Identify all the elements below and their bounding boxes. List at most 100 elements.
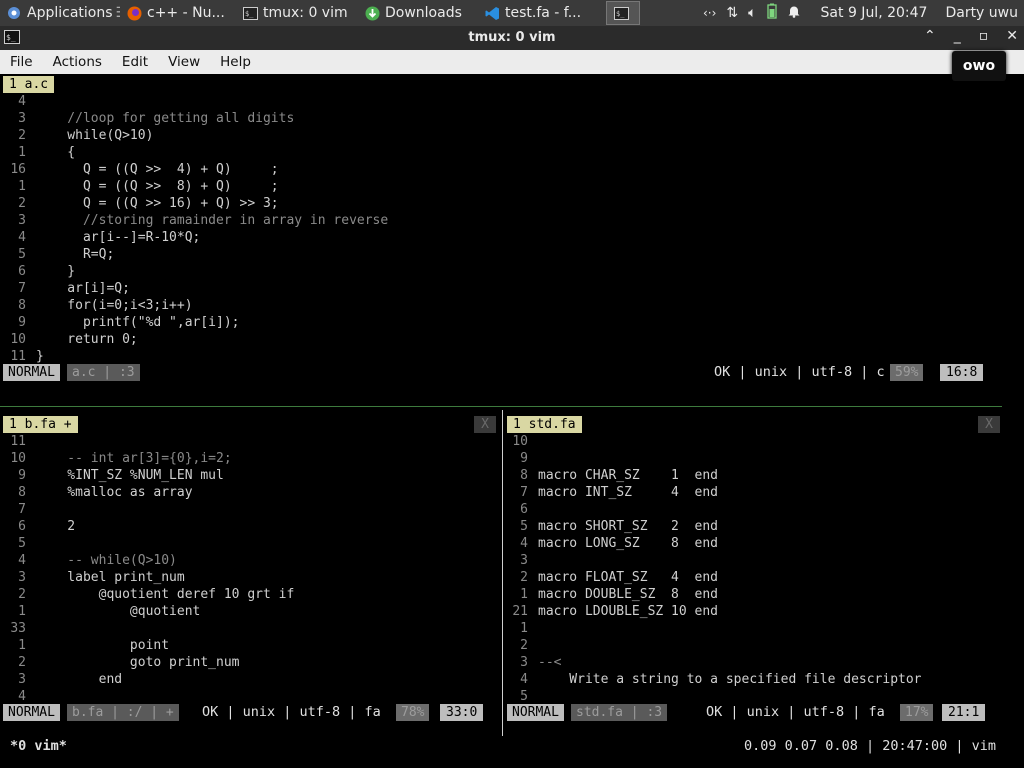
close-pane-button[interactable]: X (978, 416, 1000, 433)
menu-actions[interactable]: Actions (43, 54, 112, 70)
code-line[interactable]: 4 (0, 93, 1000, 110)
code-line[interactable]: 3 --< (480, 654, 1000, 671)
code-line[interactable]: 2 while(Q>10) (0, 127, 1000, 144)
line-number: 10 (512, 434, 528, 449)
terminal-area[interactable]: 1 a.c 43 //loop for getting all digits 2 … (0, 74, 1024, 768)
code-line[interactable]: 6 2 (0, 518, 498, 535)
window-titlebar[interactable]: $_ tmux: 0 vim ⌃ _ ▫ ✕ (0, 26, 1024, 50)
minimize-icon[interactable]: _ (954, 28, 961, 44)
maximize-icon[interactable]: ▫ (979, 28, 989, 44)
notification-bell-icon[interactable] (787, 4, 801, 22)
status-right: OK | unix | utf-8 | fa (202, 704, 381, 720)
code-line[interactable]: 10 (480, 433, 1000, 450)
line-number: 2 (18, 587, 26, 602)
line-number: 1 (520, 587, 528, 602)
code-line[interactable]: 16 Q = ((Q >> 4) + Q) ; (0, 161, 1000, 178)
clock[interactable]: Sat 9 Jul, 20:47 (821, 5, 928, 21)
code-top-pane[interactable]: 43 //loop for getting all digits 2 while(… (0, 93, 1000, 365)
code-line[interactable]: 2 goto print_num (0, 654, 498, 671)
code-line[interactable]: 33 (0, 620, 498, 637)
code-line[interactable]: 2 Q = ((Q >> 16) + Q) >> 3; (0, 195, 1000, 212)
code-line[interactable]: 1 (480, 620, 1000, 637)
code-line[interactable]: 4 macro LONG_SZ 8 end (480, 535, 1000, 552)
tmux-window-list[interactable]: *0 vim* (10, 738, 67, 754)
code-line[interactable]: 9 (480, 450, 1000, 467)
network-arrows-icon[interactable]: ‹·› (703, 6, 716, 20)
code-line[interactable]: 8 %malloc as array (0, 484, 498, 501)
shade-icon[interactable]: ⌃ (924, 28, 936, 44)
code-line[interactable]: 5 (0, 535, 498, 552)
code-line[interactable]: 21 macro LDOUBLE_SZ 10 end (480, 603, 1000, 620)
code-line[interactable]: 3 label print_num (0, 569, 498, 586)
code-line[interactable]: 1 @quotient (0, 603, 498, 620)
code-line[interactable]: 8 macro CHAR_SZ 1 end (480, 467, 1000, 484)
tab-b-fa[interactable]: 1 b.fa + (3, 416, 78, 433)
code-line[interactable]: 9 %INT_SZ %NUM_LEN mul (0, 467, 498, 484)
code-line[interactable]: 5 (480, 688, 1000, 705)
transfer-icon[interactable]: ⇅ (726, 5, 738, 21)
line-number: 4 (520, 672, 528, 687)
line-number: 4 (18, 94, 26, 109)
line-text: %INT_SZ %NUM_LEN mul (36, 468, 224, 483)
tab-std-fa[interactable]: 1 std.fa (507, 416, 582, 433)
code-line[interactable]: 5 macro SHORT_SZ 2 end (480, 518, 1000, 535)
code-line[interactable]: 8 for(i=0;i<3;i++) (0, 297, 1000, 314)
code-line[interactable]: 3 //storing ramainder in array in revers… (0, 212, 1000, 229)
code-line[interactable]: 2 (480, 637, 1000, 654)
code-line[interactable]: 1 macro DOUBLE_SZ 8 end (480, 586, 1000, 603)
menu-file[interactable]: File (0, 54, 43, 70)
line-number: 1 (520, 621, 528, 636)
code-line[interactable]: 7 (0, 501, 498, 518)
code-line[interactable]: 9 printf("%d ",ar[i]); (0, 314, 1000, 331)
code-line[interactable]: 10 return 0; (0, 331, 1000, 348)
task-firefox[interactable]: c++ - Nu... (120, 0, 236, 26)
code-line[interactable]: 2 @quotient deref 10 grt if (0, 586, 498, 603)
code-line[interactable]: 6 } (0, 263, 1000, 280)
code-line[interactable]: 3 end (0, 671, 498, 688)
line-text: macro DOUBLE_SZ 8 end (538, 587, 719, 602)
code-line[interactable]: 3 //loop for getting all digits (0, 110, 1000, 127)
code-line[interactable]: 11} (0, 348, 1000, 365)
line-number: 5 (18, 536, 26, 551)
tab-a-c[interactable]: 1 a.c (3, 76, 55, 93)
user-name[interactable]: Darty uwu (945, 5, 1018, 21)
task-downloads[interactable]: Downloads (358, 0, 478, 26)
code-right-pane[interactable]: 10 9 8 macro CHAR_SZ 1 end 7 macro INT_SZ 4 e… (480, 433, 1000, 705)
battery-icon[interactable] (766, 3, 777, 23)
close-icon[interactable]: ✕ (1006, 28, 1018, 44)
code-line[interactable]: 1 Q = ((Q >> 8) + Q) ; (0, 178, 1000, 195)
code-line[interactable]: 4 -- while(Q>10) (0, 552, 498, 569)
code-line[interactable]: 10 -- int ar[3]={0},i=2; (0, 450, 498, 467)
code-line[interactable]: 7 macro INT_SZ 4 end (480, 484, 1000, 501)
code-line[interactable]: 5 R=Q; (0, 246, 1000, 263)
code-line[interactable]: 4 (0, 688, 498, 705)
code-line[interactable]: 3 (480, 552, 1000, 569)
code-line[interactable]: 4 ar[i--]=R-10*Q; (0, 229, 1000, 246)
volume-icon[interactable]: 🔈︎ (748, 5, 756, 21)
status-extra: :3 (118, 365, 135, 380)
menu-edit[interactable]: Edit (112, 54, 158, 70)
code-line[interactable]: 1 { (0, 144, 1000, 161)
task-active-terminal[interactable]: $_ (606, 1, 640, 25)
close-pane-button[interactable]: X (474, 416, 496, 433)
code-left-pane[interactable]: 11 10 -- int ar[3]={0},i=2; 9 %INT_SZ %NUM… (0, 433, 498, 705)
line-text: @quotient deref 10 grt if (36, 587, 295, 602)
line-number: 3 (18, 672, 26, 687)
line-number: 33 (10, 621, 26, 636)
applications-menu[interactable]: Applications ☰ (0, 0, 120, 26)
menu-view[interactable]: View (158, 54, 210, 70)
line-number: 4 (18, 553, 26, 568)
mode-indicator: NORMAL (3, 364, 60, 381)
task-vscode[interactable]: test.fa - f... (478, 0, 602, 26)
line-text: //loop for getting all digits (36, 111, 295, 126)
code-line[interactable]: 1 point (0, 637, 498, 654)
menu-help[interactable]: Help (210, 54, 261, 70)
code-line[interactable]: 4 Write a string to a specified file des… (480, 671, 1000, 688)
horizontal-divider (0, 406, 1002, 407)
mode-indicator: NORMAL (507, 704, 564, 721)
code-line[interactable]: 2 macro FLOAT_SZ 4 end (480, 569, 1000, 586)
code-line[interactable]: 11 (0, 433, 498, 450)
task-terminal[interactable]: $_ tmux: 0 vim (236, 0, 358, 26)
code-line[interactable]: 6 (480, 501, 1000, 518)
code-line[interactable]: 7 ar[i]=Q; (0, 280, 1000, 297)
